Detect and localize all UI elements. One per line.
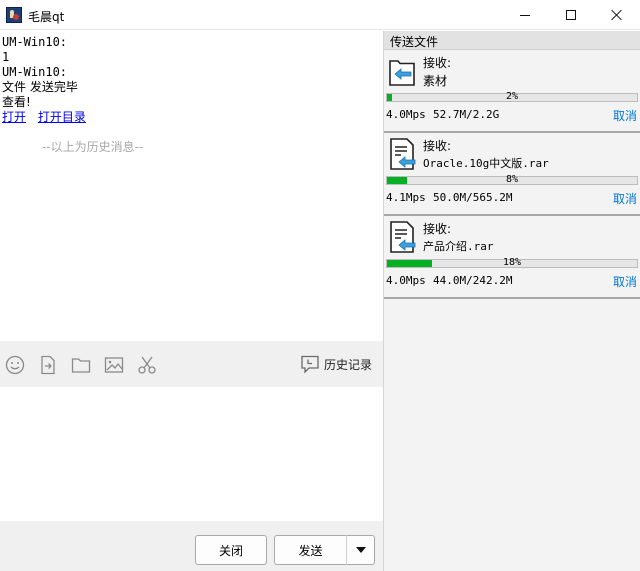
bottom-bar: 关闭 发送 — [0, 521, 383, 571]
transfer-file-name: Oracle.10g中文版.rar — [423, 157, 549, 170]
close-icon — [611, 9, 623, 21]
archive-file-icon — [390, 221, 416, 253]
transfer-progress-bar: 2% — [386, 91, 638, 102]
close-window-button[interactable] — [594, 0, 640, 30]
send-folder-button[interactable] — [70, 354, 92, 376]
transfer-panel-header: 传送文件 — [384, 31, 640, 50]
transfer-speed: 4.1Mps — [386, 191, 426, 204]
transfer-size: 50.0M/565.2M — [433, 191, 513, 204]
chevron-down-icon — [355, 547, 366, 553]
file-links: 打开 打开目录 — [2, 110, 381, 125]
history-label: 历史记录 — [324, 357, 373, 372]
close-button[interactable]: 关闭 — [195, 535, 267, 565]
folder-icon — [71, 358, 91, 373]
transfer-size: 52.7M/2.2G — [433, 108, 500, 121]
emoji-button[interactable] — [4, 354, 26, 376]
progress-percent: 18% — [502, 257, 522, 268]
scissors-icon — [138, 356, 156, 374]
message-sender: UM-Win10: — [2, 65, 68, 79]
transfer-item: 接收: Oracle.10g中文版.rar 8% 4.1Mps 50.0M/56… — [384, 133, 640, 216]
minimize-button[interactable] — [502, 0, 548, 30]
chat-history-icon — [301, 355, 319, 374]
progress-percent: 2% — [505, 91, 519, 102]
maximize-icon — [566, 10, 576, 20]
window-title: 毛晨qt — [28, 10, 65, 24]
emoji-icon — [5, 355, 25, 375]
view-label: 查看! — [2, 95, 31, 109]
send-file-icon — [41, 355, 55, 375]
archive-file-icon — [390, 138, 416, 170]
transfer-progress-bar: 8% — [386, 174, 638, 185]
transfer-size: 44.0M/242.2M — [433, 274, 513, 287]
transfer-status: 接收: — [423, 222, 452, 236]
progress-percent: 8% — [505, 174, 519, 185]
message-input[interactable] — [0, 387, 383, 521]
open-directory-link[interactable]: 打开目录 — [38, 110, 86, 124]
transfer-speed: 4.0Mps — [386, 274, 426, 287]
transfer-item: 接收: 素材 2% 4.0Mps 52.7M/2.2G 取消 — [384, 50, 640, 133]
screenshot-button[interactable] — [136, 354, 158, 376]
cancel-transfer-link[interactable]: 取消 — [613, 190, 637, 207]
folder-file-icon — [389, 60, 415, 86]
send-button[interactable]: 发送 — [274, 535, 346, 565]
chat-history[interactable]: UM-Win10: 1 UM-Win10: 文件 发送完毕 查看! 打开 打开目… — [0, 31, 383, 341]
transfer-item: 接收: 产品介绍.rar 18% 4.0Mps 44.0M/242.2M 取消 — [384, 216, 640, 299]
message-toolbar: 历史记录 — [0, 341, 383, 387]
send-file-button[interactable] — [37, 354, 59, 376]
open-file-link[interactable]: 打开 — [2, 110, 26, 124]
transfer-progress-bar: 18% — [386, 257, 638, 268]
send-image-button[interactable] — [103, 354, 125, 376]
title-bar: 毛晨qt — [0, 0, 640, 30]
history-separator: --以上为历史消息-- — [42, 140, 144, 154]
transfer-file-name: 素材 — [423, 74, 448, 88]
transfer-file-name: 产品介绍.rar — [423, 240, 494, 253]
message-sender: UM-Win10: — [2, 35, 68, 49]
transfer-status: 接收: — [423, 56, 452, 70]
app-icon — [6, 7, 22, 23]
message-text: 1 — [2, 50, 10, 64]
file-transfer-panel: 传送文件 接收: 素材 2% 4.0Mps 52.7M/2.2G 取消 接收: … — [384, 31, 640, 571]
cancel-transfer-link[interactable]: 取消 — [613, 107, 637, 124]
transfer-speed: 4.0Mps — [386, 108, 426, 121]
message-text: 文件 发送完毕 — [2, 80, 78, 94]
maximize-button[interactable] — [548, 0, 594, 30]
cancel-transfer-link[interactable]: 取消 — [613, 273, 637, 290]
minimize-icon — [520, 14, 530, 16]
transfer-status: 接收: — [423, 139, 452, 153]
image-icon — [104, 357, 124, 373]
send-options-button[interactable] — [346, 535, 375, 565]
history-button[interactable]: 历史记录 — [300, 353, 372, 375]
